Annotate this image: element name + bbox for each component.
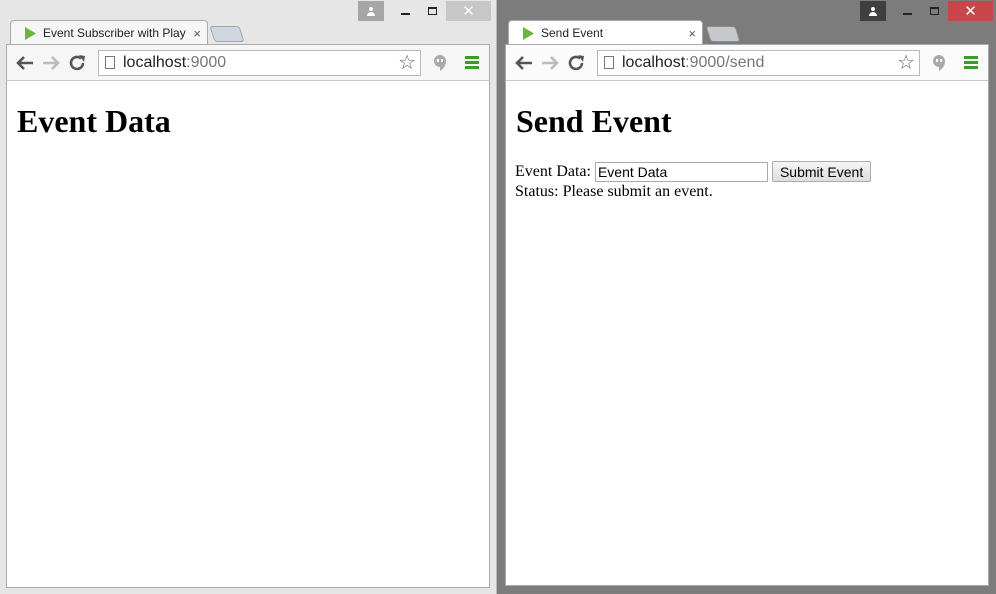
- play-triangle-icon: [25, 26, 36, 40]
- forward-arrow-icon: [43, 55, 60, 70]
- window-caption-buttons: ✕: [860, 1, 993, 21]
- address-bar[interactable]: localhost:9000/send ☆: [597, 49, 920, 76]
- close-window-button[interactable]: ✕: [446, 1, 491, 21]
- page-viewport: Event Data: [6, 81, 490, 588]
- window-caption-buttons: ✕: [358, 1, 491, 21]
- reload-icon: [69, 54, 85, 70]
- page-viewport: Send Event Event Data: Submit Event Stat…: [505, 81, 989, 586]
- browser-toolbar: localhost:9000 ☆: [6, 44, 490, 81]
- status-text: Please submit an event.: [562, 183, 713, 200]
- new-tab-button[interactable]: [705, 26, 741, 42]
- tab-title: Event Subscriber with Play: [43, 26, 186, 40]
- maximize-icon: [930, 7, 939, 15]
- submit-event-button[interactable]: Submit Event: [771, 161, 872, 182]
- close-icon: ✕: [462, 3, 475, 20]
- event-form: Event Data: Submit Event: [515, 161, 872, 182]
- hangouts-button[interactable]: [926, 50, 952, 76]
- hangouts-icon: [434, 54, 446, 71]
- status-label: Status:: [515, 183, 559, 200]
- chrome-menu-button[interactable]: [958, 50, 984, 76]
- new-tab-button[interactable]: [209, 26, 245, 42]
- play-triangle-icon: [523, 26, 534, 40]
- close-icon: ✕: [964, 3, 977, 20]
- tab-send-event[interactable]: Send Event ×: [508, 20, 703, 45]
- user-icon: [367, 6, 375, 16]
- star-icon[interactable]: ☆: [398, 53, 416, 73]
- page-icon: [604, 56, 614, 69]
- forward-button[interactable]: [38, 50, 64, 76]
- reload-button[interactable]: [64, 50, 90, 76]
- event-data-input[interactable]: [594, 161, 768, 182]
- star-icon[interactable]: ☆: [897, 53, 915, 73]
- reload-icon: [568, 54, 584, 70]
- maximize-button[interactable]: [419, 1, 446, 21]
- menu-icon: [964, 56, 978, 69]
- chrome-menu-button[interactable]: [459, 50, 485, 76]
- page-icon: [105, 56, 115, 69]
- minimize-button[interactable]: [392, 1, 419, 21]
- browser-window-right: ✕ Send Event × localhost:9000/send ☆ Sen…: [498, 0, 996, 594]
- back-arrow-icon: [515, 55, 532, 70]
- tab-close-button[interactable]: ×: [193, 26, 201, 41]
- url-text[interactable]: localhost:9000/send: [622, 54, 764, 72]
- browser-toolbar: localhost:9000/send ☆: [505, 44, 989, 81]
- maximize-button[interactable]: [921, 1, 948, 21]
- reload-button[interactable]: [563, 50, 589, 76]
- hangouts-button[interactable]: [427, 50, 453, 76]
- page-heading: Send Event: [516, 103, 672, 139]
- address-bar[interactable]: localhost:9000 ☆: [98, 49, 421, 76]
- back-button[interactable]: [511, 50, 537, 76]
- minimize-icon: [903, 13, 912, 15]
- forward-button[interactable]: [537, 50, 563, 76]
- profile-button[interactable]: [358, 1, 384, 21]
- url-text[interactable]: localhost:9000: [123, 54, 226, 72]
- minimize-icon: [401, 13, 410, 15]
- profile-button[interactable]: [860, 1, 886, 21]
- event-data-label: Event Data:: [515, 162, 591, 180]
- browser-window-left: ✕ Event Subscriber with Play × localhost…: [0, 0, 497, 594]
- back-arrow-icon: [16, 55, 33, 70]
- tab-close-button[interactable]: ×: [688, 26, 696, 41]
- tab-title: Send Event: [541, 26, 604, 40]
- menu-icon: [465, 56, 479, 69]
- maximize-icon: [428, 7, 437, 15]
- user-icon: [869, 6, 877, 16]
- hangouts-icon: [933, 54, 945, 71]
- close-window-button[interactable]: ✕: [948, 1, 993, 21]
- back-button[interactable]: [12, 50, 38, 76]
- page-heading: Event Data: [17, 103, 171, 139]
- status-line: Status: Please submit an event.: [515, 183, 713, 201]
- tab-event-subscriber[interactable]: Event Subscriber with Play ×: [10, 20, 208, 45]
- minimize-button[interactable]: [894, 1, 921, 21]
- forward-arrow-icon: [542, 55, 559, 70]
